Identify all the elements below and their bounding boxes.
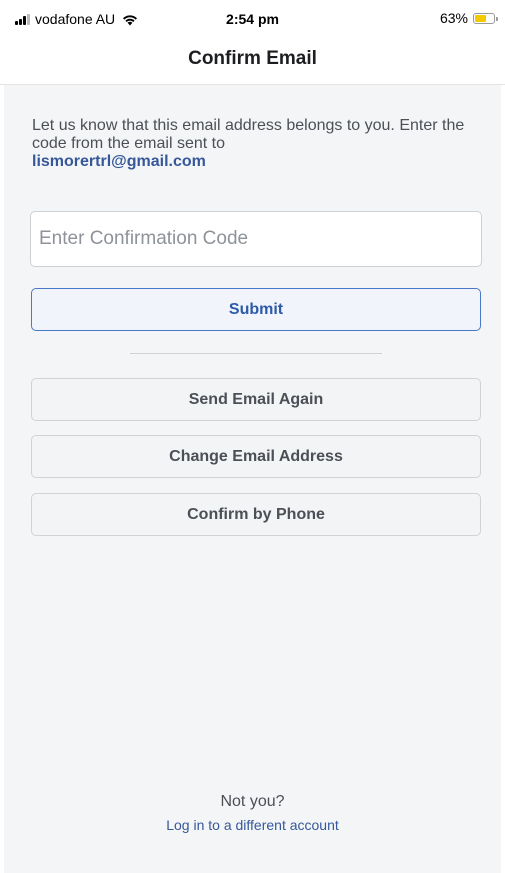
send-email-again-button[interactable]: Send Email Again <box>31 378 481 421</box>
confirmation-code-input[interactable] <box>30 211 482 267</box>
status-time: 2:54 pm <box>226 11 279 27</box>
submit-button[interactable]: Submit <box>31 288 481 331</box>
main-content: Let us know that this email address belo… <box>4 85 501 873</box>
confirm-by-phone-button[interactable]: Confirm by Phone <box>31 493 481 536</box>
confirm-email-screen: vodafone AU 2:54 pm 63% Confirm Email Le… <box>0 0 505 873</box>
battery-fill <box>475 14 486 22</box>
different-account-link[interactable]: Log in to a different account <box>4 817 501 833</box>
page-title: Confirm Email <box>188 48 317 69</box>
status-bar-right: 63% <box>439 10 498 26</box>
battery-icon <box>473 12 498 24</box>
intro-text: Let us know that this email address belo… <box>32 117 472 171</box>
status-bar: vodafone AU 2:54 pm 63% <box>0 0 505 36</box>
email-address: lismorertrl@gmail.com <box>32 153 206 170</box>
battery-percent: 63% <box>439 10 468 26</box>
not-you-text: Not you? <box>220 793 285 810</box>
intro-message: Let us know that this email address belo… <box>32 117 465 152</box>
nav-bar: Confirm Email <box>0 36 505 85</box>
change-email-address-button[interactable]: Change Email Address <box>31 435 481 478</box>
divider <box>130 353 382 354</box>
